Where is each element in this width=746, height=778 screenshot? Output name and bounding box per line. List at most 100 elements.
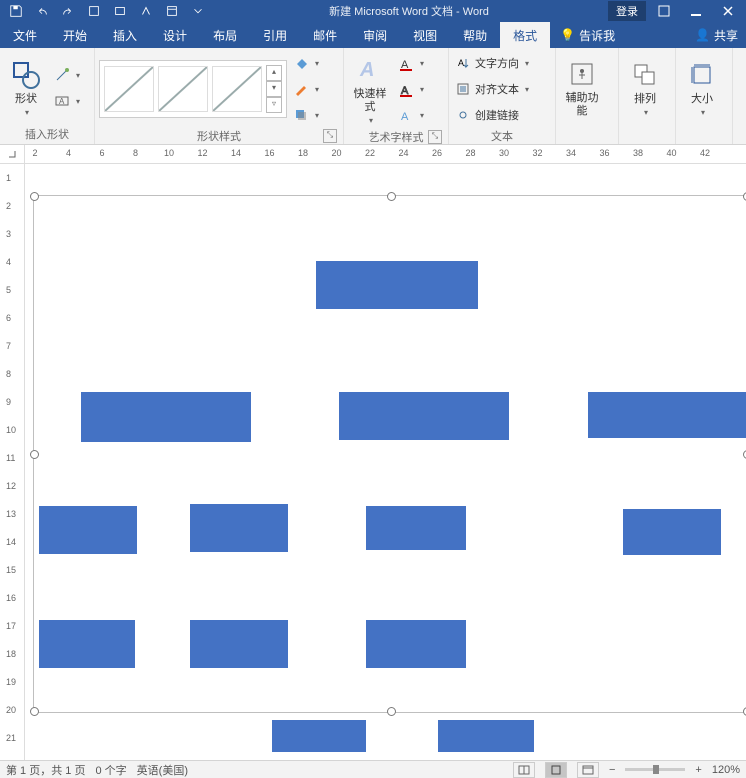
ribbon-options-button[interactable] (650, 1, 678, 21)
zoom-slider[interactable] (625, 768, 685, 771)
tell-me[interactable]: 💡 告诉我 (550, 27, 625, 44)
resize-handle[interactable] (387, 707, 396, 716)
resize-handle[interactable] (387, 192, 396, 201)
tab-layout[interactable]: 布局 (200, 22, 250, 48)
shape-outline-button[interactable]: ▾ (293, 78, 319, 100)
shape-effects-button[interactable]: ▾ (293, 104, 319, 126)
rectangle-shape[interactable] (438, 720, 534, 752)
zoom-level[interactable]: 120% (712, 764, 740, 776)
arrange-button[interactable]: 排列 ▾ (623, 55, 667, 121)
vertical-ruler[interactable]: 123456789101112131415161718192021 (0, 164, 25, 760)
text-effects-button[interactable]: A▾ (398, 105, 424, 127)
ruler-mark: 7 (6, 341, 11, 351)
tab-view[interactable]: 视图 (400, 22, 450, 48)
chevron-down-icon: ▾ (701, 108, 705, 117)
rectangle-shape[interactable] (272, 720, 366, 752)
resize-handle[interactable] (30, 707, 39, 716)
ruler-mark: 20 (6, 705, 16, 715)
edit-shape-button[interactable]: ▾ (54, 64, 80, 86)
close-button[interactable] (714, 1, 742, 21)
tab-file[interactable]: 文件 (0, 22, 50, 48)
tab-review[interactable]: 审阅 (350, 22, 400, 48)
qat-button[interactable] (82, 1, 106, 21)
rectangle-shape[interactable] (588, 392, 746, 438)
resize-handle[interactable] (30, 450, 39, 459)
qat-button[interactable] (134, 1, 158, 21)
tab-references[interactable]: 引用 (250, 22, 300, 48)
print-layout-button[interactable] (545, 762, 567, 778)
tab-selector[interactable] (0, 145, 25, 163)
size-icon (686, 59, 718, 91)
share-button[interactable]: 👤 共享 (687, 27, 746, 44)
align-text-button[interactable]: 对齐文本▾ (455, 78, 545, 100)
rectangle-shape[interactable] (366, 620, 466, 668)
rectangle-shape[interactable] (39, 506, 137, 554)
tab-format[interactable]: 格式 (500, 22, 550, 48)
text-direction-button[interactable]: A文字方向▾ (455, 52, 545, 74)
ruler-mark: 1 (6, 173, 11, 183)
wordart-icon: A (354, 54, 386, 86)
rectangle-shape[interactable] (190, 504, 288, 552)
style-thumb[interactable] (158, 66, 208, 112)
zoom-out-button[interactable]: − (609, 764, 615, 776)
chevron-down-icon: ▾ (369, 116, 373, 125)
text-box-button[interactable]: A▾ (54, 90, 80, 112)
ruler-mark: 9 (6, 397, 11, 407)
dialog-launcher[interactable]: ⤡ (428, 130, 442, 144)
rectangle-shape[interactable] (316, 261, 478, 309)
tab-help[interactable]: 帮助 (450, 22, 500, 48)
rectangle-shape[interactable] (623, 509, 721, 555)
style-thumb[interactable] (212, 66, 262, 112)
style-thumb[interactable] (104, 66, 154, 112)
gallery-down-button[interactable]: ▾ (266, 81, 282, 97)
create-link-button[interactable]: 创建链接 (455, 104, 545, 126)
tab-home[interactable]: 开始 (50, 22, 100, 48)
group-label-arrange (623, 126, 671, 142)
text-fill-icon: A (398, 56, 414, 72)
page-indicator[interactable]: 第 1 页，共 1 页 (6, 762, 85, 778)
gallery-up-button[interactable]: ▴ (266, 65, 282, 81)
qat-button[interactable] (160, 1, 184, 21)
text-outline-icon: A (398, 82, 414, 98)
shape-fill-button[interactable]: ▾ (293, 52, 319, 74)
qat-customize[interactable] (186, 1, 210, 21)
text-fill-button[interactable]: A▾ (398, 53, 424, 75)
language-indicator[interactable]: 英语(美国) (137, 762, 188, 778)
dialog-launcher[interactable]: ⤡ (323, 129, 337, 143)
ruler-mark: 8 (6, 369, 11, 379)
document-canvas[interactable] (25, 164, 746, 760)
read-mode-button[interactable] (513, 762, 535, 778)
shape-style-gallery[interactable]: ▴ ▾ ▿ (99, 60, 287, 118)
rectangle-shape[interactable] (339, 392, 509, 440)
tab-mailings[interactable]: 邮件 (300, 22, 350, 48)
word-count[interactable]: 0 个字 (95, 762, 126, 778)
ruler-mark: 22 (365, 148, 375, 158)
redo-button[interactable] (56, 1, 80, 21)
rectangle-shape[interactable] (190, 620, 288, 668)
align-text-label: 对齐文本 (475, 81, 519, 97)
web-layout-button[interactable] (577, 762, 599, 778)
undo-button[interactable] (30, 1, 54, 21)
tab-design[interactable]: 设计 (150, 22, 200, 48)
login-button[interactable]: 登录 (608, 1, 646, 21)
zoom-handle[interactable] (653, 765, 659, 774)
rectangle-shape[interactable] (366, 506, 466, 550)
qat-button[interactable] (108, 1, 132, 21)
drawing-canvas-selection[interactable] (33, 195, 746, 713)
save-button[interactable] (4, 1, 28, 21)
ruler-mark: 16 (6, 593, 16, 603)
minimize-button[interactable] (682, 1, 710, 21)
size-button[interactable]: 大小 ▾ (680, 55, 724, 121)
zoom-in-button[interactable]: + (695, 764, 701, 776)
quick-styles-button[interactable]: A 快速样式 ▾ (348, 50, 392, 129)
resize-handle[interactable] (30, 192, 39, 201)
link-icon (455, 107, 471, 123)
rectangle-shape[interactable] (81, 392, 251, 442)
rectangle-shape[interactable] (39, 620, 135, 668)
shapes-button[interactable]: 形状 ▾ (4, 55, 48, 121)
horizontal-ruler[interactable]: 24681012141618202224262830323436384042 (25, 145, 746, 163)
text-outline-button[interactable]: A▾ (398, 79, 424, 101)
accessibility-button[interactable]: 辅助功 能 (560, 54, 604, 122)
gallery-more-button[interactable]: ▿ (266, 97, 282, 113)
tab-insert[interactable]: 插入 (100, 22, 150, 48)
